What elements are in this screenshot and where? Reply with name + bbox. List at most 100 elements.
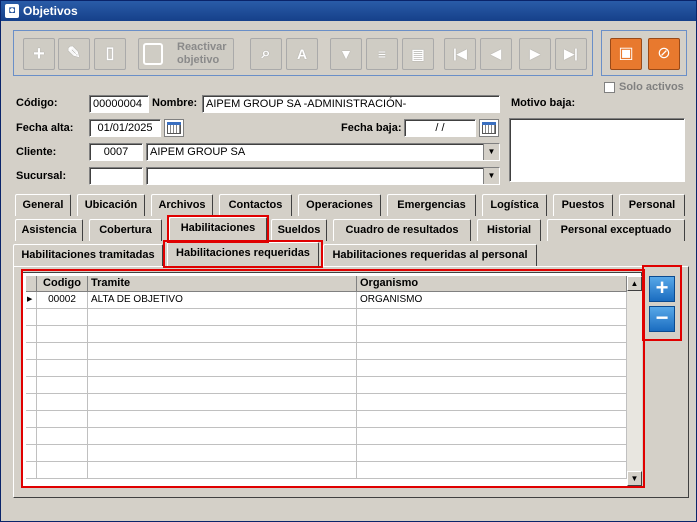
tab-cobertura[interactable]: Cobertura bbox=[89, 219, 162, 241]
empty-cell[interactable] bbox=[37, 428, 88, 445]
empty-cell[interactable] bbox=[26, 309, 37, 326]
motivo-baja-field[interactable] bbox=[509, 118, 685, 182]
tab-emergencias[interactable]: Emergencias bbox=[387, 194, 476, 216]
empty-cell[interactable] bbox=[26, 411, 37, 428]
empty-cell[interactable] bbox=[88, 343, 357, 360]
tab-historial[interactable]: Historial bbox=[477, 219, 541, 241]
empty-cell[interactable] bbox=[37, 343, 88, 360]
reactivar-objetivo-button[interactable]: Reactivar objetivo bbox=[138, 38, 234, 70]
nombre-field[interactable]: AIPEM GROUP SA -ADMINISTRACIÓN- bbox=[202, 95, 500, 113]
fecha-alta-calendar-button[interactable] bbox=[164, 119, 184, 137]
subtab-habilitaciones-requeridas-al-personal[interactable]: Habilitaciones requeridas al personal bbox=[323, 244, 537, 266]
add-row-button[interactable]: + bbox=[649, 276, 675, 302]
cell-codigo[interactable]: 00002 bbox=[37, 292, 88, 309]
empty-cell[interactable] bbox=[357, 360, 627, 377]
empty-cell[interactable] bbox=[26, 428, 37, 445]
empty-cell[interactable] bbox=[357, 309, 627, 326]
subtab-habilitaciones-tramitadas[interactable]: Habilitaciones tramitadas bbox=[13, 244, 163, 266]
scroll-up-icon[interactable]: ▲ bbox=[627, 276, 642, 291]
first-record-button[interactable]: |◀ bbox=[444, 38, 476, 70]
empty-cell[interactable] bbox=[357, 411, 627, 428]
empty-cell[interactable] bbox=[357, 343, 627, 360]
previous-record-button[interactable]: ◀ bbox=[480, 38, 512, 70]
subtab-habilitaciones-requeridas[interactable]: Habilitaciones requeridas bbox=[167, 242, 319, 266]
empty-cell[interactable] bbox=[26, 343, 37, 360]
fecha-alta-field[interactable]: 01/01/2025 bbox=[89, 119, 161, 137]
sort-button[interactable]: A bbox=[286, 38, 318, 70]
column-header-tramite[interactable]: Tramite bbox=[88, 276, 357, 292]
tab-logistica[interactable]: Logística bbox=[482, 194, 547, 216]
tab-general[interactable]: General bbox=[15, 194, 71, 216]
report-button[interactable]: ≡ bbox=[366, 38, 398, 70]
edit-button[interactable]: ✎ bbox=[58, 38, 90, 70]
tab-contactos[interactable]: Contactos bbox=[219, 194, 292, 216]
empty-cell[interactable] bbox=[88, 445, 357, 462]
title-bar[interactable]: ◘ Objetivos bbox=[1, 1, 696, 21]
empty-cell[interactable] bbox=[26, 377, 37, 394]
next-record-button[interactable]: ▶ bbox=[519, 38, 551, 70]
column-header-organismo[interactable]: Organismo bbox=[357, 276, 627, 292]
cell-tramite[interactable]: ALTA DE OBJETIVO bbox=[88, 292, 357, 309]
add-button[interactable]: + bbox=[23, 38, 55, 70]
empty-cell[interactable] bbox=[26, 326, 37, 343]
sucursal-code-field[interactable] bbox=[89, 167, 143, 185]
empty-cell[interactable] bbox=[88, 394, 357, 411]
empty-cell[interactable] bbox=[26, 394, 37, 411]
fecha-baja-field[interactable]: / / bbox=[404, 119, 476, 137]
empty-cell[interactable] bbox=[37, 377, 88, 394]
tab-sueldos[interactable]: Sueldos bbox=[271, 219, 327, 241]
empty-cell[interactable] bbox=[88, 326, 357, 343]
chevron-down-icon[interactable]: ▼ bbox=[483, 144, 499, 160]
empty-cell[interactable] bbox=[357, 428, 627, 445]
empty-cell[interactable] bbox=[357, 394, 627, 411]
search-button[interactable]: ⌕ bbox=[250, 38, 282, 70]
last-record-button[interactable]: ▶| bbox=[555, 38, 587, 70]
tab-asistencia[interactable]: Asistencia bbox=[15, 219, 83, 241]
empty-cell[interactable] bbox=[88, 309, 357, 326]
empty-cell[interactable] bbox=[37, 411, 88, 428]
empty-cell[interactable] bbox=[88, 360, 357, 377]
tab-habilitaciones[interactable]: Habilitaciones bbox=[169, 217, 267, 241]
print-button[interactable]: ▤ bbox=[402, 38, 434, 70]
empty-cell[interactable] bbox=[26, 360, 37, 377]
cliente-code-field[interactable]: 0007 bbox=[89, 143, 143, 161]
empty-cell[interactable] bbox=[357, 326, 627, 343]
save-button[interactable]: ▣ bbox=[610, 38, 642, 70]
tab-puestos[interactable]: Puestos bbox=[553, 194, 613, 216]
tab-personal[interactable]: Personal bbox=[619, 194, 685, 216]
empty-cell[interactable] bbox=[37, 326, 88, 343]
empty-cell[interactable] bbox=[37, 462, 88, 479]
habilitaciones-grid[interactable]: Codigo Tramite Organismo ▶ 00002 ALTA DE… bbox=[22, 272, 642, 488]
empty-cell[interactable] bbox=[357, 445, 627, 462]
remove-row-button[interactable]: − bbox=[649, 306, 675, 332]
empty-cell[interactable] bbox=[357, 462, 627, 479]
solo-activos-checkbox[interactable] bbox=[604, 82, 615, 93]
cell-organismo[interactable]: ORGANISMO bbox=[357, 292, 627, 309]
tab-personal-exceptuado[interactable]: Personal exceptuado bbox=[547, 219, 685, 241]
sucursal-select[interactable]: ▼ bbox=[146, 167, 500, 185]
empty-cell[interactable] bbox=[37, 309, 88, 326]
column-header-codigo[interactable]: Codigo bbox=[37, 276, 88, 292]
cancel-button[interactable]: ⊘ bbox=[648, 38, 680, 70]
fecha-baja-calendar-button[interactable] bbox=[479, 119, 499, 137]
cliente-select[interactable]: AIPEM GROUP SA ▼ bbox=[146, 143, 500, 161]
empty-cell[interactable] bbox=[37, 360, 88, 377]
empty-cell[interactable] bbox=[37, 394, 88, 411]
filter-button[interactable]: ▼ bbox=[330, 38, 362, 70]
delete-button[interactable]: ▯ bbox=[94, 38, 126, 70]
empty-cell[interactable] bbox=[26, 445, 37, 462]
empty-cell[interactable] bbox=[37, 445, 88, 462]
grid-vertical-scrollbar[interactable]: ▲ ▼ bbox=[627, 276, 642, 486]
chevron-down-icon[interactable]: ▼ bbox=[483, 168, 499, 184]
empty-cell[interactable] bbox=[357, 377, 627, 394]
empty-cell[interactable] bbox=[26, 462, 37, 479]
empty-cell[interactable] bbox=[88, 428, 357, 445]
scroll-down-icon[interactable]: ▼ bbox=[627, 471, 642, 486]
empty-cell[interactable] bbox=[88, 377, 357, 394]
tab-archivos[interactable]: Archivos bbox=[151, 194, 213, 216]
empty-cell[interactable] bbox=[88, 411, 357, 428]
tab-operaciones[interactable]: Operaciones bbox=[298, 194, 381, 216]
tab-cuadro-de-resultados[interactable]: Cuadro de resultados bbox=[333, 219, 471, 241]
codigo-field[interactable]: 00000004 bbox=[89, 95, 149, 113]
empty-cell[interactable] bbox=[88, 462, 357, 479]
